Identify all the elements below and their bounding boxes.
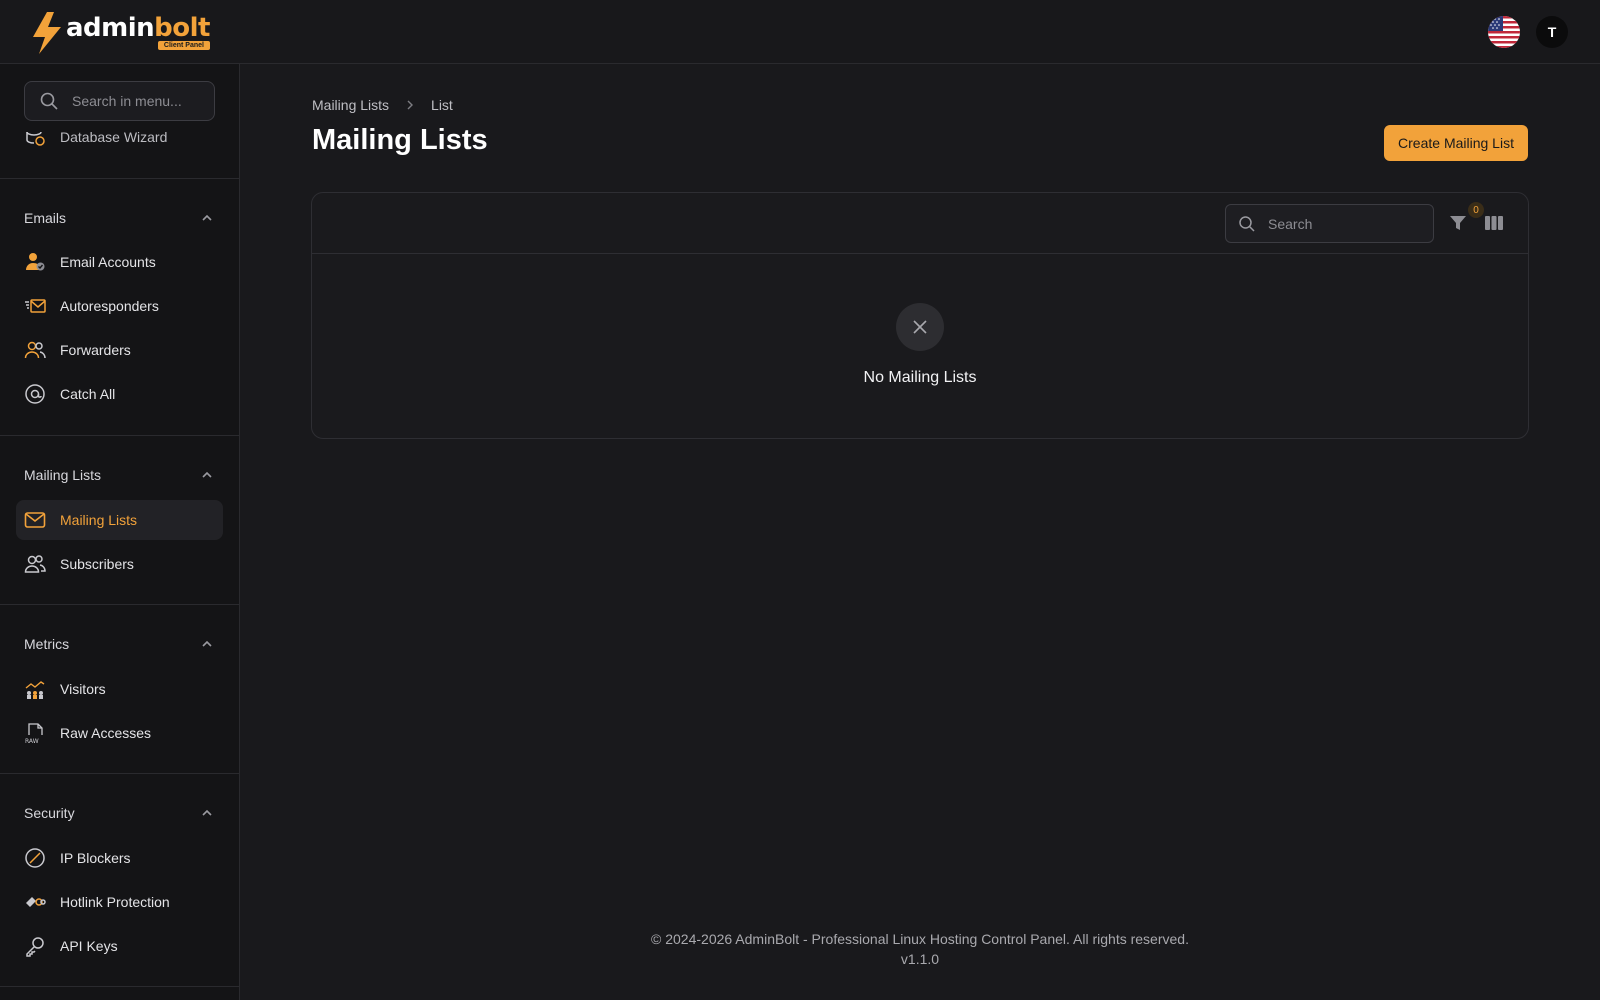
sidebar-item-mailing-lists[interactable]: Mailing Lists bbox=[16, 500, 223, 540]
raw-file-icon: RAW bbox=[24, 722, 46, 744]
logo-wordmark: adminbolt Client Panel bbox=[66, 12, 210, 54]
divider bbox=[0, 604, 239, 605]
sidebar-item-label: Forwarders bbox=[60, 342, 131, 358]
breadcrumb-link-mailing-lists[interactable]: Mailing Lists bbox=[312, 97, 389, 113]
forwarders-icon bbox=[24, 339, 46, 361]
sidebar-item-forwarders[interactable]: Forwarders bbox=[16, 330, 223, 370]
footer-version: v1.1.0 bbox=[900, 951, 940, 967]
search-icon bbox=[40, 92, 58, 110]
group-security[interactable]: Security bbox=[24, 801, 214, 825]
sidebar-item-email-accounts[interactable]: Email Accounts bbox=[16, 242, 223, 282]
mailing-lists-table: 0 No Mailing Lists bbox=[311, 192, 1529, 439]
email-account-icon bbox=[24, 251, 46, 273]
divider bbox=[0, 986, 239, 987]
sidebar-item-label: Hotlink Protection bbox=[60, 894, 170, 910]
block-icon bbox=[24, 847, 46, 869]
svg-text:RAW: RAW bbox=[25, 738, 39, 744]
group-title-metrics: Metrics bbox=[24, 636, 70, 652]
close-icon bbox=[913, 320, 927, 334]
logo-text-bolt: bolt bbox=[154, 13, 210, 43]
table-search-box[interactable] bbox=[1225, 204, 1434, 243]
sidebar-item-label: API Keys bbox=[60, 938, 118, 954]
sidebar-item-hotlink-protection[interactable]: Hotlink Protection bbox=[16, 882, 223, 922]
sidebar-item-api-keys[interactable]: API Keys bbox=[16, 926, 223, 966]
divider bbox=[0, 435, 239, 436]
subscribers-icon bbox=[24, 553, 46, 575]
filter-count-badge: 0 bbox=[1468, 202, 1484, 218]
footer: © 2024-2026 AdminBolt - Professional Lin… bbox=[240, 929, 1600, 969]
menu-search-input[interactable] bbox=[72, 93, 212, 109]
visitors-icon bbox=[24, 678, 46, 700]
chevron-up-icon bbox=[202, 809, 212, 816]
us-flag-icon[interactable] bbox=[1488, 16, 1520, 48]
search-icon bbox=[1239, 215, 1255, 232]
group-title-mailing-lists: Mailing Lists bbox=[24, 467, 102, 483]
group-mailing-lists[interactable]: Mailing Lists bbox=[24, 463, 214, 487]
user-avatar[interactable]: T bbox=[1536, 16, 1568, 48]
sidebar-item-label: Subscribers bbox=[60, 556, 134, 572]
sidebar-item-subscribers[interactable]: Subscribers bbox=[16, 544, 223, 584]
group-emails[interactable]: Emails bbox=[24, 206, 214, 230]
filter-icon[interactable] bbox=[1448, 213, 1468, 233]
breadcrumb-current: List bbox=[431, 97, 453, 113]
table-search-input[interactable] bbox=[1268, 215, 1418, 232]
logo-text-admin: admin bbox=[66, 13, 155, 43]
chevron-up-icon bbox=[202, 214, 212, 221]
footer-copyright: © 2024-2026 AdminBolt - Professional Lin… bbox=[651, 931, 1189, 947]
menu-search-box[interactable] bbox=[24, 81, 215, 121]
sidebar-item-label: IP Blockers bbox=[60, 850, 131, 866]
adminbolt-logo[interactable]: adminbolt Client Panel bbox=[30, 12, 210, 54]
empty-state-icon bbox=[896, 303, 944, 351]
chevron-up-icon bbox=[202, 640, 212, 647]
page-title: Mailing Lists bbox=[312, 124, 488, 156]
group-title-security: Security bbox=[24, 805, 75, 821]
group-title-emails: Emails bbox=[24, 210, 67, 226]
bolt-icon bbox=[33, 12, 61, 54]
breadcrumb: Mailing Lists List bbox=[312, 97, 453, 113]
envelope-icon bbox=[24, 509, 46, 531]
empty-state-text: No Mailing Lists bbox=[863, 369, 977, 386]
sidebar-item-catch-all[interactable]: Catch All bbox=[16, 374, 223, 414]
columns-icon[interactable] bbox=[1484, 213, 1504, 233]
sidebar-item-visitors[interactable]: Visitors bbox=[16, 669, 223, 709]
logo-tag: Client Panel bbox=[157, 41, 210, 50]
hotlink-icon bbox=[24, 891, 46, 913]
group-metrics[interactable]: Metrics bbox=[24, 632, 214, 656]
autoresponder-icon bbox=[24, 295, 46, 317]
table-toolbar: 0 bbox=[312, 193, 1528, 254]
divider bbox=[0, 178, 239, 179]
sidebar-item-label: Raw Accesses bbox=[60, 725, 152, 741]
create-mailing-list-button[interactable]: Create Mailing List bbox=[1384, 125, 1528, 161]
sidebar-item-autoresponders[interactable]: Autoresponders bbox=[16, 286, 223, 326]
sidebar: Database Wizard Emails Email Accounts Au… bbox=[0, 64, 240, 1000]
chevron-right-icon bbox=[407, 100, 414, 110]
sidebar-item-raw-accesses[interactable]: RAW Raw Accesses bbox=[16, 713, 223, 753]
sidebar-item-label: Autoresponders bbox=[60, 298, 159, 314]
sidebar-item-label: Email Accounts bbox=[60, 254, 156, 270]
key-icon bbox=[24, 935, 46, 957]
divider bbox=[0, 773, 239, 774]
sidebar-item-label: Mailing Lists bbox=[60, 512, 138, 528]
sidebar-item-label: Catch All bbox=[60, 386, 116, 402]
chevron-up-icon bbox=[202, 471, 212, 478]
sidebar-item-ip-blockers[interactable]: IP Blockers bbox=[16, 838, 223, 878]
sidebar-item-label: Visitors bbox=[60, 681, 106, 697]
at-icon bbox=[24, 383, 46, 405]
top-bar: adminbolt Client Panel T bbox=[0, 0, 1600, 64]
